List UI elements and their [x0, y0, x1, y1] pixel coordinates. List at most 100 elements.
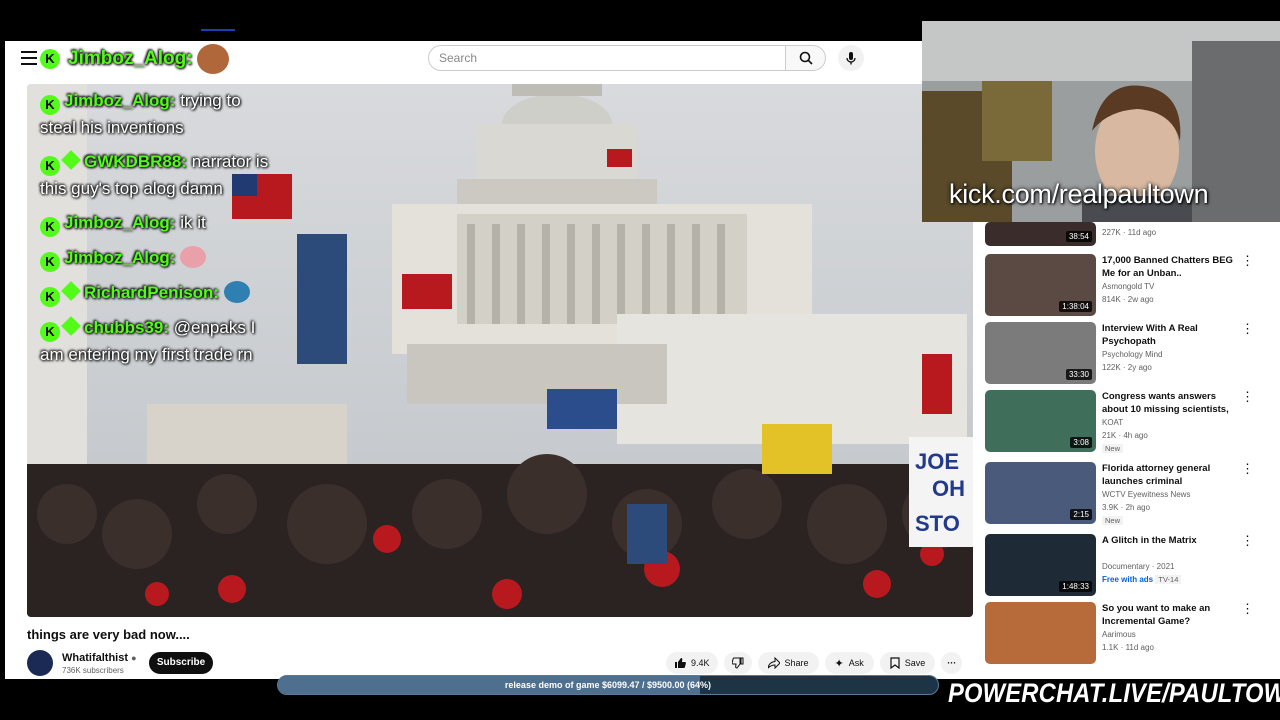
- like-button[interactable]: 9.4K: [666, 652, 718, 674]
- kick-badge-icon: K: [40, 217, 60, 237]
- video-thumbnail[interactable]: 1:38:04: [985, 254, 1096, 316]
- pig-emote-icon: [180, 246, 207, 268]
- chat-message: K GWKDBR88: narrator is this guy's top al…: [40, 149, 280, 202]
- video-title[interactable]: 17,000 Banned Chatters BEG Me for an Unb…: [1102, 254, 1237, 280]
- video-meta: 21K · 4h ago: [1102, 431, 1148, 440]
- more-icon: ···: [947, 658, 957, 668]
- channel-name[interactable]: Psychology Mind: [1102, 350, 1162, 359]
- free-with-ads-label: Free with ads: [1102, 575, 1154, 584]
- rating-badge: TV-14: [1155, 575, 1182, 584]
- thumbs-down-icon: [731, 657, 744, 669]
- list-item[interactable]: 2:15 Florida attorney general launches c…: [985, 462, 1260, 526]
- hamburger-menu-icon[interactable]: [21, 51, 37, 65]
- video-meta: 227K · 11d ago: [1102, 228, 1157, 237]
- microphone-icon: [846, 52, 856, 65]
- list-item[interactable]: 38:54 227K · 11d ago: [985, 222, 1260, 246]
- duration-badge: 1:38:04: [1059, 301, 1092, 312]
- list-item[interactable]: 3:08 Congress wants answers about 10 mis…: [985, 390, 1260, 454]
- search-button[interactable]: [786, 45, 826, 71]
- more-actions-button[interactable]: ···: [941, 652, 963, 674]
- powerchat-banner: POWERCHAT.LIVE/PAULTOWN: [948, 678, 1280, 708]
- frog-emote-icon: [196, 44, 229, 74]
- chat-username: Jimboz_Alog:: [64, 213, 176, 232]
- dislike-button[interactable]: [723, 652, 752, 674]
- chat-message: Kchubbs39: @enpaks I am entering my firs…: [40, 315, 280, 368]
- video-thumbnail[interactable]: 1:48:33: [985, 534, 1096, 596]
- chat-username: RichardPenison:: [84, 283, 220, 302]
- list-item[interactable]: So you want to make an Incremental Game?…: [985, 602, 1260, 666]
- verified-icon: ●: [131, 653, 137, 663]
- more-options-icon[interactable]: ⋮: [1241, 390, 1254, 403]
- video-thumbnail[interactable]: 2:15: [985, 462, 1096, 524]
- video-title[interactable]: So you want to make an Incremental Game?: [1102, 602, 1237, 628]
- donation-goal-bar: release demo of game $6099.47 / $9500.00…: [277, 675, 939, 695]
- video-thumbnail[interactable]: [985, 602, 1096, 664]
- duration-badge: 2:15: [1070, 509, 1092, 520]
- video-actions: 9.4K Share ✦ Ask Save ···: [666, 652, 963, 674]
- svg-text:OH: OH: [932, 476, 965, 501]
- list-item[interactable]: 1:48:33 A Glitch in the Matrix Documenta…: [985, 534, 1260, 598]
- video-meta: 3.9K · 2h ago: [1102, 503, 1151, 512]
- kick-badge-icon: K: [40, 252, 60, 272]
- screen: Search JOE OH STO K Jimboz_Alog: K Jimbo…: [0, 0, 1280, 720]
- ask-button[interactable]: ✦ Ask: [824, 652, 874, 674]
- video-title: things are very bad now....: [27, 627, 190, 642]
- channel-name[interactable]: Documentary · 2021: [1102, 562, 1174, 571]
- more-options-icon[interactable]: ⋮: [1241, 322, 1254, 335]
- video-title[interactable]: Interview With A Real Psychopath: [1102, 322, 1237, 348]
- save-button[interactable]: Save: [879, 652, 936, 674]
- more-options-icon[interactable]: ⋮: [1241, 602, 1254, 615]
- video-thumbnail[interactable]: 33:30: [985, 322, 1096, 384]
- video-meta: 122K · 2y ago: [1102, 363, 1152, 372]
- channel-name[interactable]: WCTV Eyewitness News: [1102, 490, 1190, 499]
- share-icon: [767, 657, 780, 669]
- chat-header-username: Jimboz_Alog:: [68, 48, 193, 69]
- sparkle-icon: ✦: [834, 657, 844, 670]
- video-meta: 1.1K · 11d ago: [1102, 643, 1154, 652]
- more-options-icon[interactable]: ⋮: [1241, 462, 1254, 475]
- chat-username: Jimboz_Alog:: [64, 91, 176, 110]
- save-label: Save: [904, 658, 926, 668]
- subscribe-button[interactable]: Subscribe: [149, 652, 213, 674]
- chat-overlay: K Jimboz_Alog: trying to steal his invent…: [40, 88, 280, 376]
- channel-name[interactable]: Whatifalthist ●: [62, 652, 137, 664]
- video-title[interactable]: Congress wants answers about 10 missing …: [1102, 390, 1237, 416]
- channel-name[interactable]: KOAT: [1102, 418, 1123, 427]
- chat-message: K Jimboz_Alog: trying to steal his invent…: [40, 88, 280, 141]
- video-meta: Free with ads TV-14: [1102, 575, 1182, 584]
- more-options-icon[interactable]: ⋮: [1241, 534, 1254, 547]
- video-thumbnail[interactable]: 3:08: [985, 390, 1096, 452]
- chat-message: K Jimboz_Alog:: [40, 245, 280, 272]
- video-thumbnail[interactable]: 38:54: [985, 222, 1096, 246]
- channel-avatar[interactable]: [27, 650, 53, 676]
- badge-emote-icon: [223, 281, 250, 303]
- video-title[interactable]: A Glitch in the Matrix: [1102, 534, 1237, 547]
- channel-name[interactable]: Asmongold TV: [1102, 282, 1154, 291]
- chat-username: Jimboz_Alog:: [64, 248, 176, 267]
- search-input[interactable]: Search: [428, 45, 786, 71]
- list-item[interactable]: 1:38:04 17,000 Banned Chatters BEG Me fo…: [985, 254, 1260, 318]
- channel-name[interactable]: Aarimous: [1102, 630, 1136, 639]
- subscriber-count: 736K subscribers: [62, 666, 124, 675]
- list-item[interactable]: 33:30 Interview With A Real Psychopath P…: [985, 322, 1260, 386]
- donation-goal-text: release demo of game $6099.47 / $9500.00…: [504, 680, 712, 690]
- duration-badge: 38:54: [1065, 231, 1092, 242]
- more-options-icon[interactable]: ⋮: [1241, 254, 1254, 267]
- chat-overlay-header: K Jimboz_Alog:: [40, 44, 229, 74]
- voice-search-button[interactable]: [838, 45, 864, 71]
- subscriber-badge-icon: [61, 316, 81, 336]
- subscriber-badge-icon: [61, 281, 81, 301]
- duration-badge: 3:08: [1070, 437, 1092, 448]
- channel-name-text[interactable]: Whatifalthist: [62, 652, 128, 664]
- search-icon: [799, 51, 813, 65]
- video-title[interactable]: Florida attorney general launches crimin…: [1102, 462, 1237, 488]
- chat-message: K RichardPenison:: [40, 280, 280, 307]
- ask-label: Ask: [848, 658, 864, 668]
- new-badge: New: [1102, 444, 1124, 453]
- kick-badge-icon: K: [40, 287, 60, 307]
- webcam-url-text: kick.com/realpaultown: [949, 179, 1209, 209]
- svg-text:STO: STO: [915, 511, 960, 536]
- chat-message: K Jimboz_Alog: ik it: [40, 210, 280, 237]
- share-button[interactable]: Share: [757, 652, 819, 674]
- like-count: 9.4K: [691, 658, 710, 668]
